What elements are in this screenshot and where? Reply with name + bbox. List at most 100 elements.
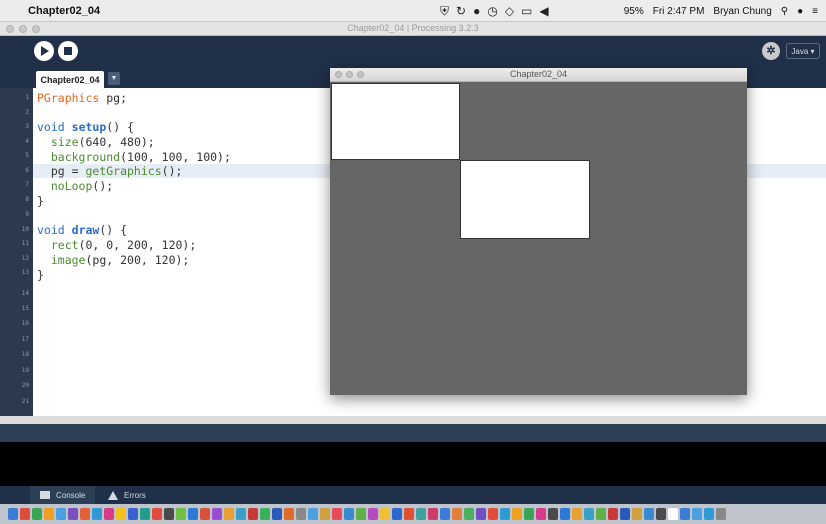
app-icon[interactable] [632, 508, 642, 520]
sketch-window[interactable]: Chapter02_04 [330, 68, 747, 395]
tab-menu-button[interactable]: ▼ [108, 72, 120, 85]
app-icon[interactable] [704, 508, 714, 520]
user-menu[interactable]: Bryan Chung [713, 6, 771, 17]
app-icon[interactable] [668, 508, 678, 520]
code-line: image(pg, 200, 120); [50, 253, 190, 267]
app-icon[interactable] [236, 508, 246, 520]
app-icon[interactable] [296, 508, 306, 520]
app-icon[interactable] [128, 508, 138, 520]
app-icon[interactable] [284, 508, 294, 520]
app-icon[interactable] [260, 508, 270, 520]
app-icon[interactable] [440, 508, 450, 520]
volume-icon[interactable]: ◀ [539, 4, 548, 18]
clock[interactable]: Fri 2:47 PM [653, 6, 705, 17]
app-icon[interactable] [92, 508, 102, 520]
app-icon[interactable] [356, 508, 366, 520]
app-icon[interactable] [80, 508, 90, 520]
line-number: 6 [25, 167, 29, 174]
app-icon[interactable] [464, 508, 474, 520]
app-icon[interactable] [380, 508, 390, 520]
app-icon[interactable] [164, 508, 174, 520]
app-icon[interactable] [572, 508, 582, 520]
warning-icon [108, 490, 118, 500]
app-icon[interactable] [20, 508, 30, 520]
app-icon[interactable] [104, 508, 114, 520]
debugger-button[interactable]: ✲ [762, 42, 780, 60]
app-icon[interactable] [116, 508, 126, 520]
app-icon[interactable] [452, 508, 462, 520]
app-icon[interactable] [428, 508, 438, 520]
notification-center-icon[interactable]: ≡ [812, 6, 818, 17]
app-icon[interactable] [536, 508, 546, 520]
app-icon[interactable] [644, 508, 654, 520]
app-icon[interactable] [608, 508, 618, 520]
app-icon[interactable] [224, 508, 234, 520]
app-icon[interactable] [692, 508, 702, 520]
app-icon[interactable] [392, 508, 402, 520]
app-icon[interactable] [548, 508, 558, 520]
app-icon[interactable] [500, 508, 510, 520]
line-number: 9 [25, 211, 29, 218]
trash-icon[interactable] [716, 508, 726, 520]
line-number: 17 [21, 336, 29, 343]
tab-errors[interactable]: Errors [98, 486, 156, 504]
app-icon[interactable] [212, 508, 222, 520]
battery-status[interactable]: 95% [624, 6, 644, 17]
mode-selector[interactable]: Java ▾ [786, 43, 820, 59]
spotlight-icon[interactable]: ⚲ [781, 6, 788, 17]
app-icon[interactable] [188, 508, 198, 520]
tab-chapter02-04[interactable]: Chapter02_04 [36, 71, 104, 88]
sync-icon[interactable]: ↻ [456, 4, 466, 18]
app-icon[interactable] [416, 508, 426, 520]
app-icon[interactable] [680, 508, 690, 520]
toolbar: ✲ Java ▾ [0, 36, 826, 68]
line-number: 20 [21, 382, 29, 389]
app-icon[interactable] [308, 508, 318, 520]
app-icon[interactable] [272, 508, 282, 520]
app-icon[interactable] [488, 508, 498, 520]
line-number: 14 [21, 290, 29, 297]
editor-console-divider[interactable] [0, 416, 826, 424]
line-number: 5 [25, 152, 29, 159]
app-icon[interactable] [596, 508, 606, 520]
console-output[interactable] [0, 442, 826, 486]
siri-icon[interactable]: ● [797, 6, 803, 17]
app-icon[interactable] [344, 508, 354, 520]
airplay-icon[interactable]: ▭ [521, 4, 532, 18]
code-line: background(100, 100, 100); [50, 150, 231, 164]
app-icon[interactable] [320, 508, 330, 520]
app-icon[interactable] [140, 508, 150, 520]
line-number: 2 [25, 109, 29, 116]
line-number: 13 [21, 269, 29, 276]
shield-icon[interactable]: ⛨ [440, 4, 449, 19]
app-icon[interactable] [560, 508, 570, 520]
app-icon[interactable] [656, 508, 666, 520]
sketch-title-bar: Chapter02_04 [330, 68, 747, 82]
time-machine-icon[interactable]: ◷ [487, 4, 497, 18]
app-icon[interactable] [584, 508, 594, 520]
record-icon[interactable]: ● [473, 4, 480, 18]
app-icon[interactable] [56, 508, 66, 520]
app-menu-name[interactable]: Chapter02_04 [28, 5, 100, 17]
app-icon[interactable] [368, 508, 378, 520]
app-icon[interactable] [512, 508, 522, 520]
app-icon[interactable] [152, 508, 162, 520]
app-icon[interactable] [332, 508, 342, 520]
finder-icon[interactable] [8, 508, 18, 520]
app-icon[interactable] [620, 508, 630, 520]
app-icon[interactable] [476, 508, 486, 520]
code-line: void draw() { [37, 223, 128, 237]
wifi-icon[interactable]: ◇ [505, 4, 514, 18]
app-icon[interactable] [68, 508, 78, 520]
app-icon[interactable] [200, 508, 210, 520]
tab-console[interactable]: Console [30, 486, 96, 504]
app-icon[interactable] [44, 508, 54, 520]
run-button[interactable] [34, 41, 54, 61]
app-icon[interactable] [404, 508, 414, 520]
app-icon[interactable] [176, 508, 186, 520]
app-icon[interactable] [32, 508, 42, 520]
console-tab-bar: Console Errors [0, 486, 826, 504]
app-icon[interactable] [524, 508, 534, 520]
stop-button[interactable] [58, 41, 78, 61]
app-icon[interactable] [248, 508, 258, 520]
